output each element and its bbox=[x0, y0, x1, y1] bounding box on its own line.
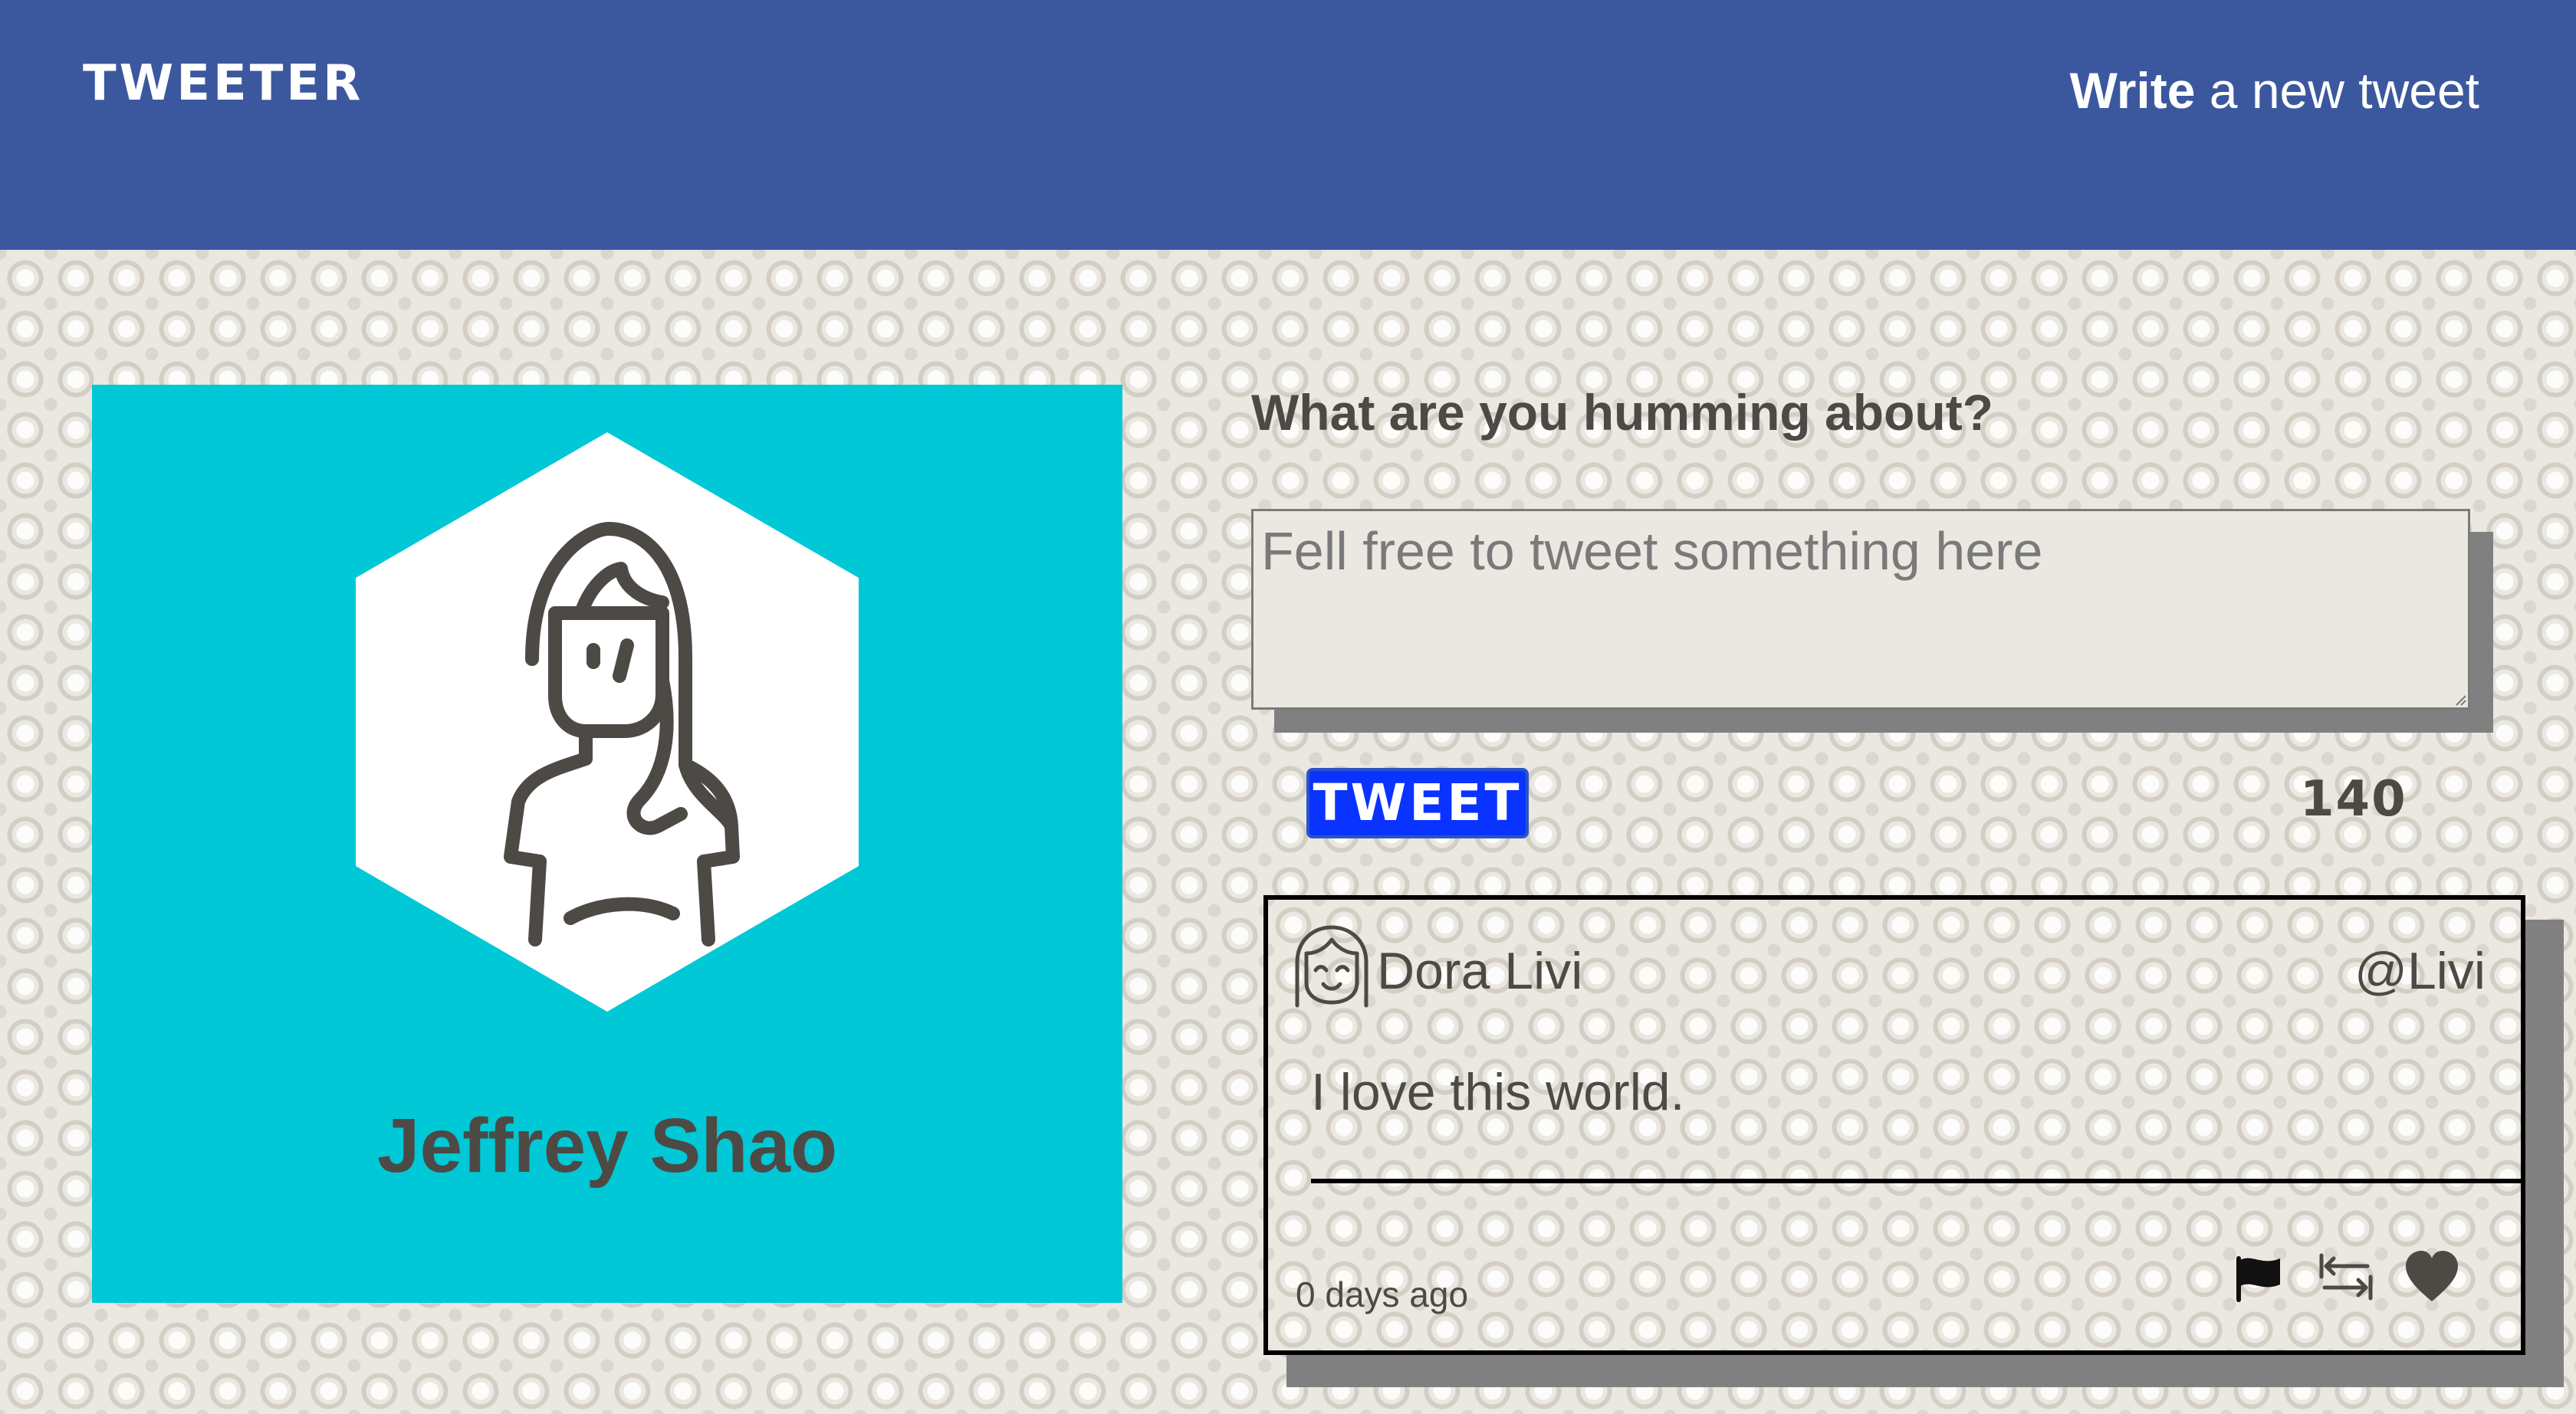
retweet-icon[interactable] bbox=[2315, 1246, 2377, 1307]
tweet-divider bbox=[1311, 1179, 2525, 1183]
profile-card: Jeffrey Shao bbox=[92, 385, 1122, 1303]
tweet-avatar bbox=[1290, 923, 1374, 1010]
tweet-input[interactable] bbox=[1251, 509, 2470, 710]
composer-prompt: What are you humming about? bbox=[1251, 384, 1993, 441]
tweet-submit-button[interactable]: TWEET bbox=[1306, 768, 1529, 838]
smiling-girl-avatar-icon bbox=[1295, 925, 1368, 1008]
tweet-text: I love this world. bbox=[1311, 1063, 1685, 1121]
compose-link-bold: Write bbox=[2069, 62, 2196, 119]
woman-avatar-icon bbox=[356, 432, 859, 1012]
brand-logo[interactable]: TWEETER bbox=[83, 55, 363, 112]
top-navbar: TWEETER Write a new tweet bbox=[0, 0, 2576, 250]
tweet-author-name[interactable]: Dora Livi bbox=[1377, 941, 1582, 1001]
heart-icon[interactable] bbox=[2401, 1246, 2463, 1307]
write-new-tweet-link[interactable]: Write a new tweet bbox=[2070, 61, 2479, 120]
character-counter: 140 bbox=[2300, 771, 2407, 828]
profile-avatar bbox=[351, 428, 863, 1016]
flag-icon[interactable] bbox=[2229, 1246, 2291, 1307]
tweet-timestamp: 0 days ago bbox=[1296, 1275, 1469, 1314]
profile-name: Jeffrey Shao bbox=[376, 1103, 838, 1189]
tweet-author-handle[interactable]: @Livi bbox=[2354, 941, 2486, 1001]
tweet-card: Dora Livi @Livi I love this world. 0 day… bbox=[1263, 895, 2525, 1355]
compose-link-text: a new tweet bbox=[2195, 62, 2479, 119]
